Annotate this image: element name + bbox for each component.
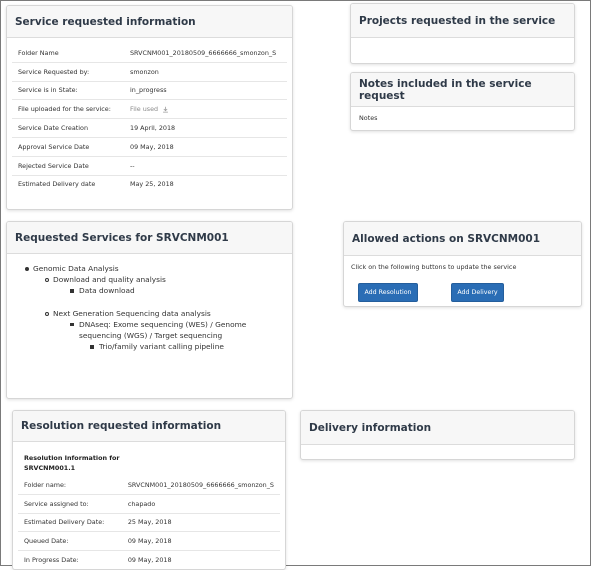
resolution-estimated-value: 25 May, 2018 [121,512,280,532]
file-used-link[interactable]: File used [130,105,158,113]
creation-date-value: 19 April, 2018 [124,118,287,138]
projects-panel: Projects requested in the service [350,3,575,64]
table-row: Estimated Delivery Date: 25 May, 2018 [18,512,280,532]
resolution-subtitle: Resolution Information for SRVCNM001.1 [24,454,120,472]
actions-hint: Click on the following buttons to update… [351,263,517,271]
allowed-actions-panel: Allowed actions on SRVCNM001 Click on th… [343,221,582,307]
table-row: Folder name: SRVCNM001_20180509_6666666_… [18,476,280,494]
table-row: Service Requested by: smonzon [12,61,287,82]
creation-date-label: Service Date Creation [12,118,124,138]
estimated-delivery-label: Estimated Delivery date [12,174,124,194]
requested-by-label: Service Requested by: [12,61,124,82]
service-info-title: Service requested information [7,6,292,38]
service-info-table: Folder Name SRVCNM001_20180509_6666666_s… [12,44,287,194]
bullet-square [90,345,94,349]
resolution-estimated-label: Estimated Delivery Date: [18,512,122,532]
rejected-date-value: -- [124,155,287,176]
allowed-actions-title: Allowed actions on SRVCNM001 [344,222,581,256]
table-row: Queued Date: 09 May, 2018 [18,531,280,551]
delivery-panel: Delivery information [300,410,575,460]
add-delivery-button[interactable]: Add Delivery [451,283,504,302]
tree-item: Trio/family variant calling pipeline [7,341,292,352]
queued-date-label: Queued Date: [18,531,122,551]
service-info-panel: Service requested information Folder Nam… [6,5,293,210]
tree-item: Genomic Data Analysis [7,263,292,274]
assigned-to-value: chapado [121,493,280,514]
bullet-circle [45,311,49,316]
assigned-to-label: Service assigned to: [18,493,122,514]
tree-item-label: Trio/family variant calling pipeline [99,342,224,352]
resolution-table: Folder name: SRVCNM001_20180509_6666666_… [18,476,280,569]
folder-name-label: Folder Name [18,48,59,57]
estimated-delivery-value: May 25, 2018 [124,174,287,194]
tree-item-label: DNAseq: Exome sequencing (WES) / Genome … [79,319,247,341]
table-row: Approval Service Date 09 May, 2018 [12,136,287,157]
requested-by-value: smonzon [124,61,287,82]
notes-title: Notes included in the service request [351,73,574,107]
resolution-folder-label: Folder name: [24,480,67,489]
add-resolution-button[interactable]: Add Resolution [358,283,418,302]
table-row: Rejected Service Date -- [12,155,287,176]
table-row: Folder Name SRVCNM001_20180509_6666666_s… [12,44,287,62]
bullet-square [70,289,74,293]
in-progress-date-value: 09 May, 2018 [121,550,280,569]
tree-item-label: Next Generation Sequencing data analysis [53,308,211,318]
resolution-folder-value: SRVCNM001_20180509_6666666_smonzon_S [127,480,274,489]
file-uploaded-label: File uploaded for the service: [12,99,124,119]
table-row: In Progress Date: 09 May, 2018 [18,550,280,569]
requested-services-panel: Requested Services for SRVCNM001 Genomic… [6,221,293,399]
tree-item: Data download [7,285,292,296]
tree-item: Download and quality analysis [7,274,292,285]
table-row: Estimated Delivery date May 25, 2018 [12,174,287,194]
rejected-date-label: Rejected Service Date [12,155,124,176]
delivery-title: Delivery information [301,411,574,445]
in-progress-date-label: In Progress Date: [18,550,122,569]
bullet-disc [25,267,29,271]
state-label: Service is in State: [12,80,124,100]
notes-text: Notes [359,114,378,122]
table-row: Service Date Creation 19 April, 2018 [12,118,287,138]
queued-date-value: 09 May, 2018 [121,531,280,551]
notes-panel: Notes included in the service request No… [350,72,575,131]
state-value: in_progress [124,80,287,100]
resolution-title: Resolution requested information [13,411,285,442]
approval-date-value: 09 May, 2018 [124,136,287,157]
resolution-panel: Resolution requested information Resolut… [12,410,286,570]
bullet-circle [45,278,49,283]
table-row: Service is in State: in_progress [12,80,287,100]
approval-date-label: Approval Service Date [12,136,124,157]
bullet-square [70,322,74,327]
table-row: File uploaded for the service: File used [12,99,287,119]
folder-name-value: SRVCNM001_20180509_6666666_smonzon_S [130,48,277,57]
tree-item-label: Genomic Data Analysis [33,264,119,273]
service-tree: Genomic Data Analysis Download and quali… [7,263,292,352]
download-icon[interactable] [162,106,169,113]
tree-item: Next Generation Sequencing data analysis [7,308,292,319]
requested-services-title: Requested Services for SRVCNM001 [7,222,292,254]
tree-item-label: Download and quality analysis [53,275,166,285]
table-row: Service assigned to: chapado [18,493,280,514]
tree-item-label: Data download [79,286,135,296]
tree-item: DNAseq: Exome sequencing (WES) / Genome … [7,319,292,341]
projects-title: Projects requested in the service [351,4,574,38]
